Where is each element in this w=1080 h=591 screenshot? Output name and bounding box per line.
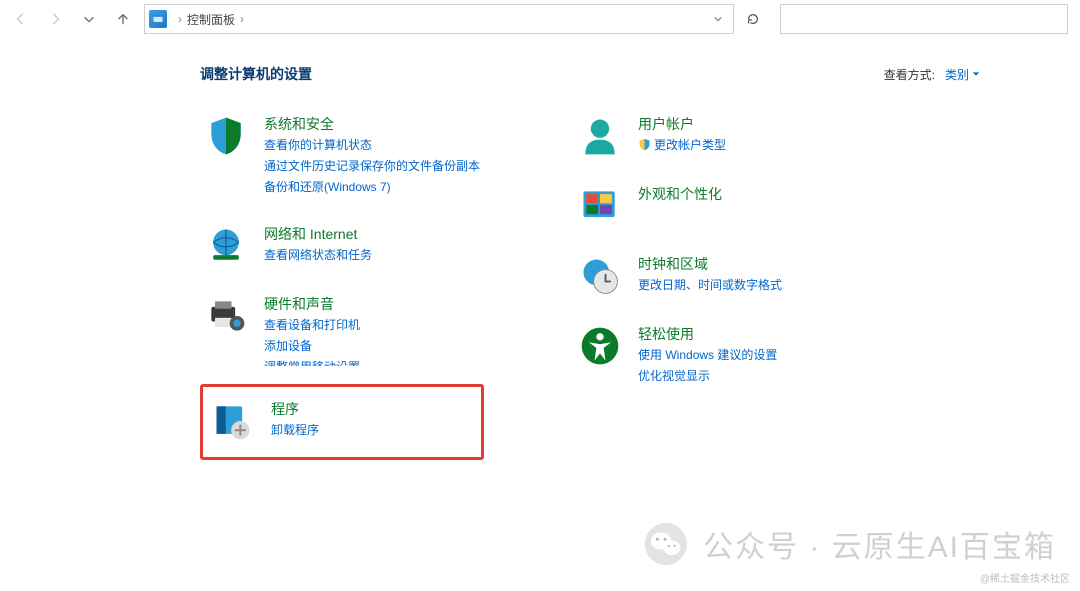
uac-shield-icon — [638, 138, 651, 151]
clock-icon — [578, 254, 622, 298]
category-link[interactable]: 更改帐户类型 — [638, 136, 726, 155]
address-bar[interactable]: › 控制面板 › — [144, 4, 734, 34]
category-system-security: 系统和安全 查看你的计算机状态 通过文件历史记录保存你的文件备份副本 备份和还原… — [200, 110, 484, 202]
category-title[interactable]: 硬件和声音 — [264, 294, 360, 314]
category-user-accounts: 用户帐户 更改帐户类型 — [574, 110, 786, 162]
address-dropdown[interactable] — [707, 14, 729, 24]
category-link[interactable]: 优化视觉显示 — [638, 367, 777, 386]
view-mode-value: 类别 — [945, 66, 969, 83]
category-hardware-sound: 硬件和声音 查看设备和打印机 添加设备 调整常用移动设置 — [200, 290, 484, 370]
view-mode-group: 查看方式: 类别 — [884, 66, 980, 83]
category-clock-region: 时钟和区域 更改日期、时间或数字格式 — [574, 250, 786, 302]
attribution: @稀土掘金技术社区 — [980, 570, 1070, 585]
recent-dropdown[interactable] — [74, 4, 104, 34]
category-link[interactable]: 查看网络状态和任务 — [264, 246, 372, 265]
category-programs: 程序 卸载程序 — [200, 384, 484, 460]
category-title[interactable]: 程序 — [271, 399, 319, 419]
category-link[interactable]: 查看设备和打印机 — [264, 316, 360, 335]
category-title[interactable]: 时钟和区域 — [638, 254, 782, 274]
accessibility-icon — [578, 324, 622, 368]
content: 调整计算机的设置 查看方式: 类别 系统和安全 查看你的计算机状态 通过文件历史… — [0, 38, 1080, 478]
category-link[interactable]: 调整常用移动设置 — [264, 358, 360, 366]
watermark-text: 公众号 · 云原生AI百宝箱 — [703, 522, 1056, 566]
control-panel-icon — [149, 10, 167, 28]
search-input[interactable] — [780, 4, 1068, 34]
left-column: 系统和安全 查看你的计算机状态 通过文件历史记录保存你的文件备份副本 备份和还原… — [200, 110, 484, 478]
category-title[interactable]: 系统和安全 — [264, 114, 480, 134]
breadcrumb-root[interactable]: 控制面板 — [187, 11, 235, 28]
category-columns: 系统和安全 查看你的计算机状态 通过文件历史记录保存你的文件备份副本 备份和还原… — [200, 110, 1080, 478]
content-header: 调整计算机的设置 查看方式: 类别 — [200, 64, 980, 84]
category-network-internet: 网络和 Internet 查看网络状态和任务 — [200, 220, 484, 272]
category-appearance: 外观和个性化 — [574, 180, 786, 232]
navbar: › 控制面板 › — [0, 0, 1080, 38]
category-link[interactable]: 查看你的计算机状态 — [264, 136, 480, 155]
category-link[interactable]: 备份和还原(Windows 7) — [264, 178, 480, 197]
category-link[interactable]: 使用 Windows 建议的设置 — [638, 346, 777, 365]
refresh-button[interactable] — [738, 4, 768, 34]
shield-icon — [204, 114, 248, 158]
category-title[interactable]: 网络和 Internet — [264, 224, 372, 244]
forward-button[interactable] — [40, 4, 70, 34]
category-link[interactable]: 更改日期、时间或数字格式 — [638, 276, 782, 295]
view-mode-label: 查看方式: — [884, 66, 935, 83]
category-title[interactable]: 外观和个性化 — [638, 184, 722, 204]
programs-icon — [211, 399, 255, 443]
category-title[interactable]: 轻松使用 — [638, 324, 777, 344]
printer-icon — [204, 294, 248, 338]
watermark: 公众号 · 云原生AI百宝箱 — [643, 521, 1056, 567]
user-icon — [578, 114, 622, 158]
right-column: 用户帐户 更改帐户类型 外观和个性化 时钟和 — [574, 110, 786, 478]
page-title: 调整计算机的设置 — [200, 64, 312, 84]
up-button[interactable] — [108, 4, 138, 34]
category-link[interactable]: 通过文件历史记录保存你的文件备份副本 — [264, 157, 480, 176]
back-button[interactable] — [6, 4, 36, 34]
category-link[interactable]: 添加设备 — [264, 337, 360, 356]
appearance-icon — [578, 184, 622, 228]
globe-icon — [204, 224, 248, 268]
view-mode-dropdown[interactable]: 类别 — [945, 66, 980, 83]
category-link[interactable]: 卸载程序 — [271, 421, 319, 440]
wechat-icon — [643, 521, 689, 567]
category-title[interactable]: 用户帐户 — [638, 114, 726, 134]
breadcrumb-sep: › — [178, 12, 182, 26]
breadcrumb-sep: › — [240, 12, 244, 26]
category-ease-access: 轻松使用 使用 Windows 建议的设置 优化视觉显示 — [574, 320, 786, 390]
